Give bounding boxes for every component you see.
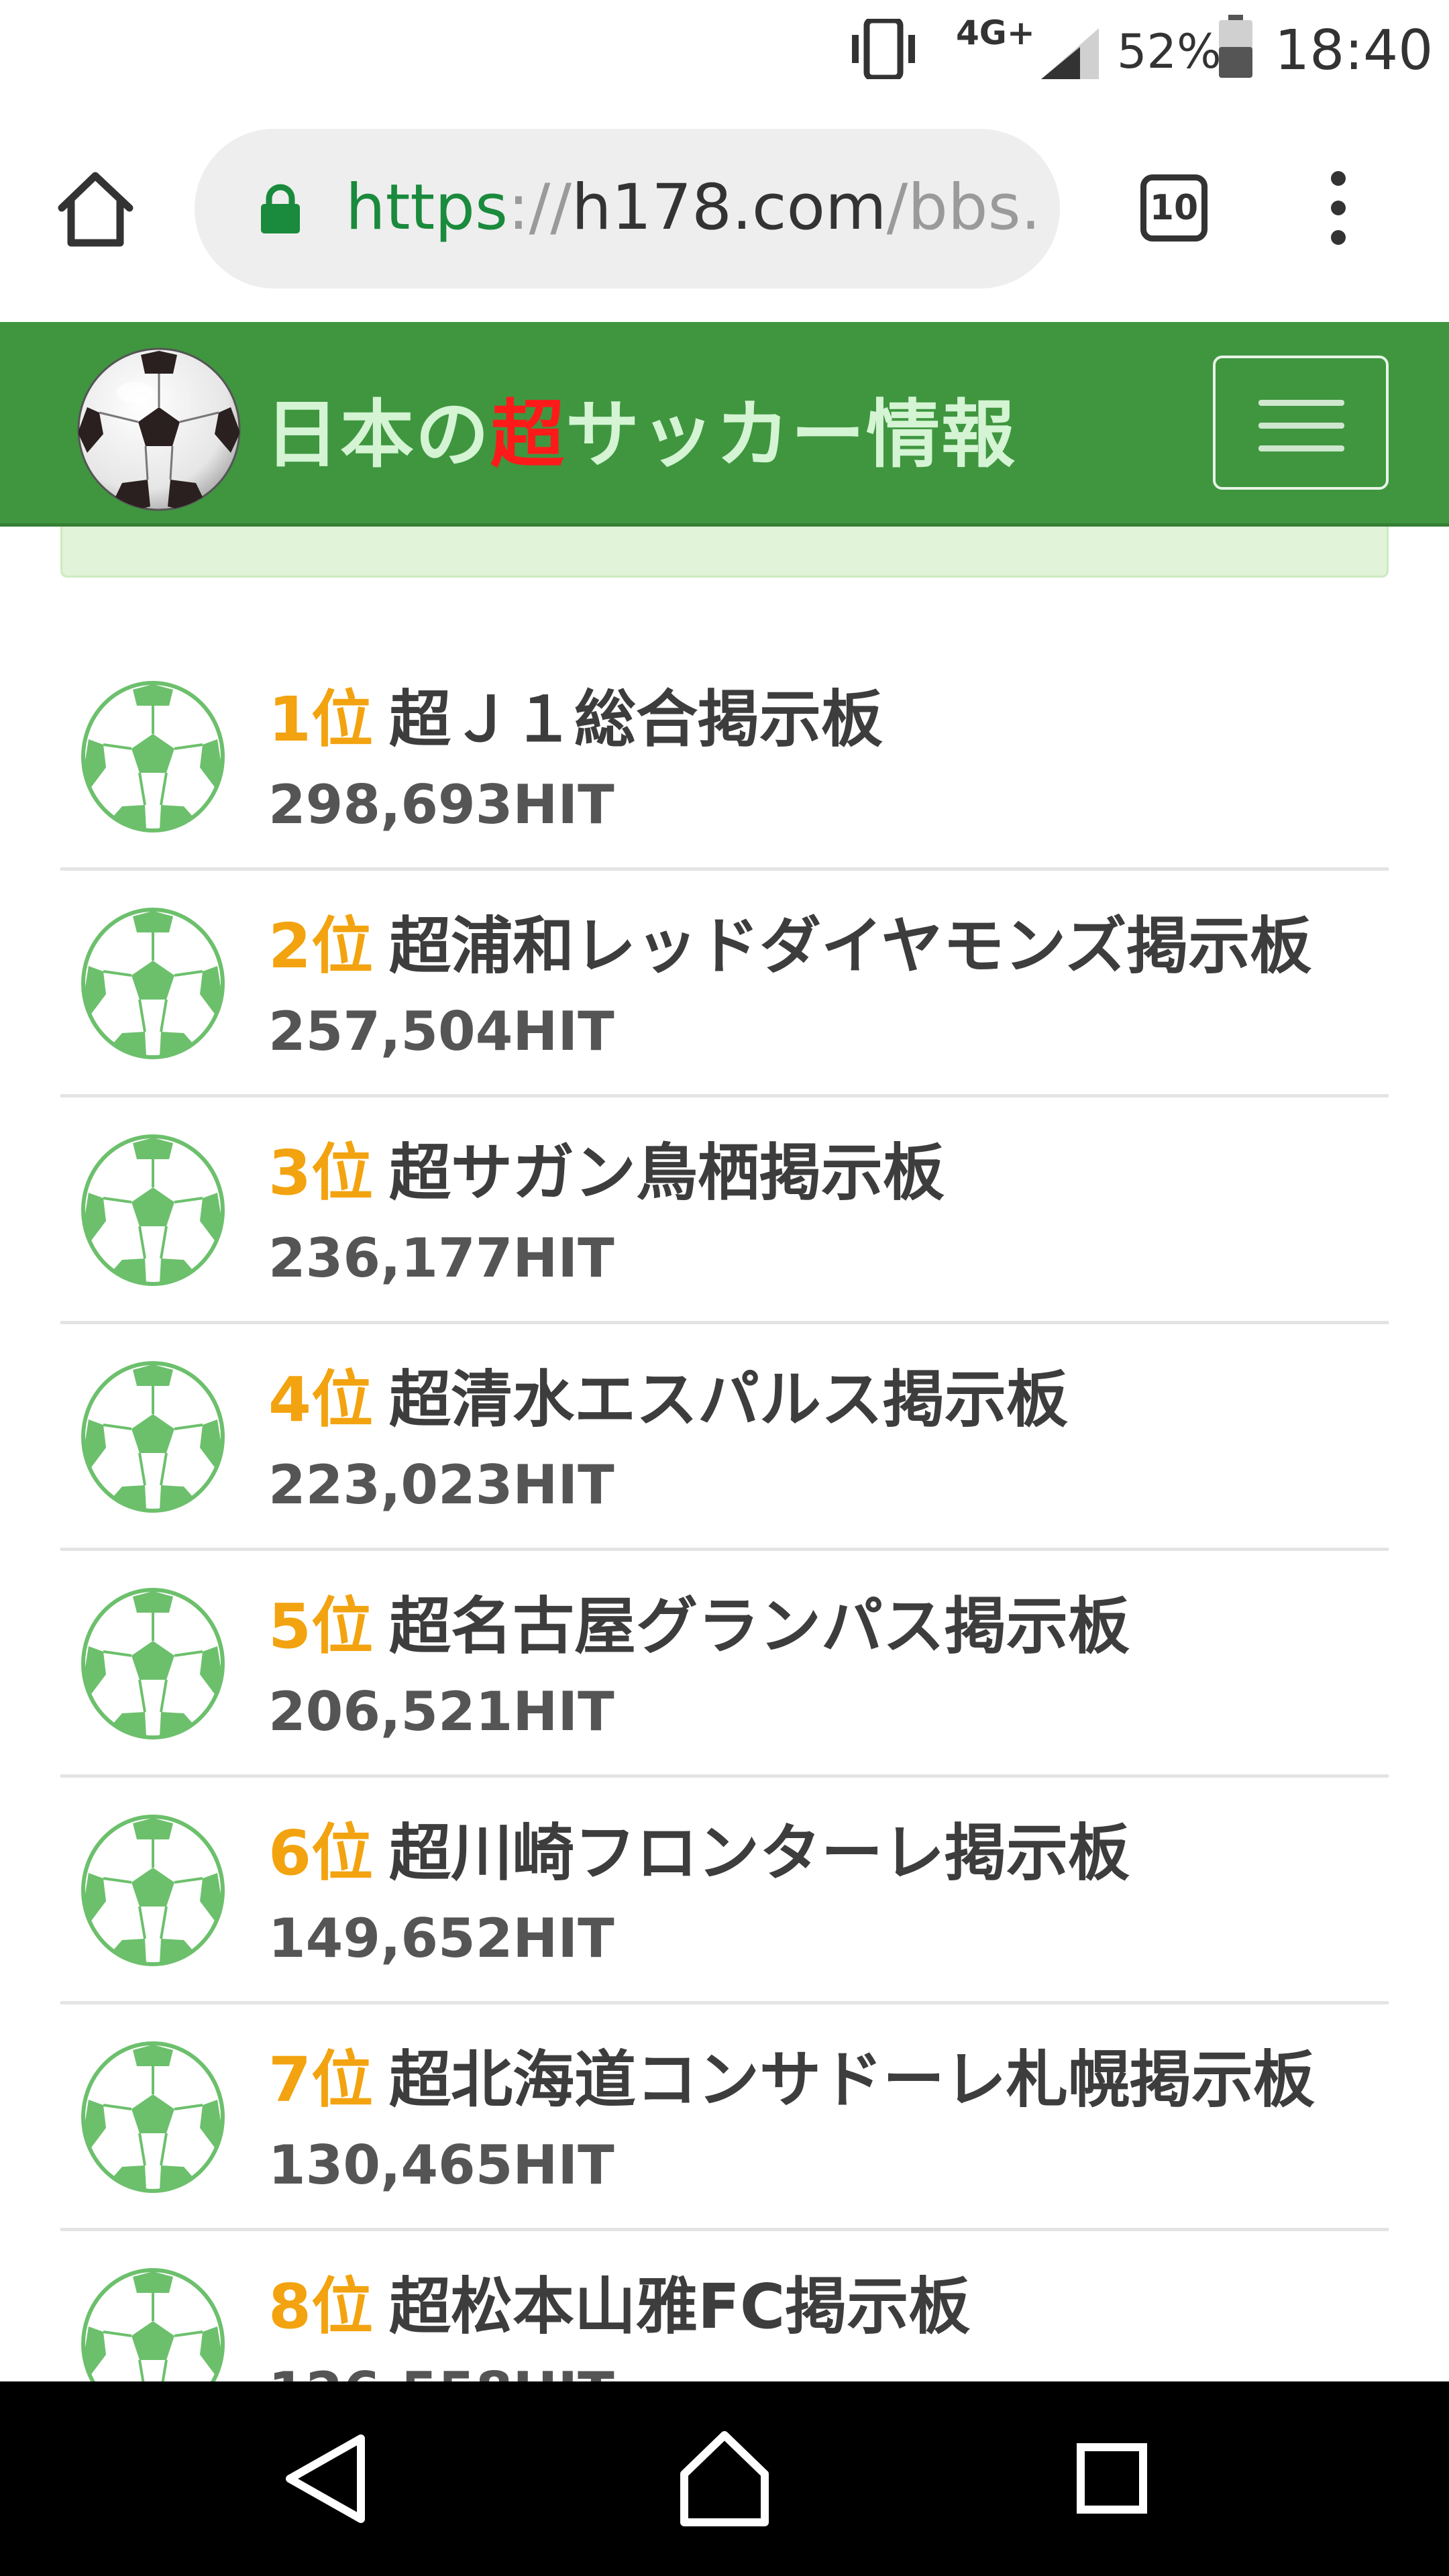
board-title[interactable]: 超松本山雅FC掲示板 xyxy=(389,2271,970,2343)
soccer-ball-icon xyxy=(81,1588,225,1739)
hit-count: 298,693HIT xyxy=(268,773,614,836)
board-title[interactable]: 超北海道コンサドーレ札幌掲示板 xyxy=(389,2044,1315,2116)
ranking-line: 3位 超サガン鳥栖掲示板 xyxy=(268,1136,945,1210)
board-title[interactable]: 超サガン鳥栖掲示板 xyxy=(389,1137,945,1209)
ranking-line: 7位 超北海道コンサドーレ札幌掲示板 xyxy=(268,2043,1315,2117)
rank-number: 7位 xyxy=(268,2044,374,2116)
recent-apps-icon[interactable] xyxy=(1077,2443,1147,2514)
soccer-ball-icon xyxy=(81,908,225,1059)
ranking-item[interactable]: 3位 超サガン鳥栖掲示板 236,177HIT xyxy=(60,1097,1389,1324)
board-title[interactable]: 超川崎フロンターレ掲示板 xyxy=(389,1817,1130,1889)
android-nav-bar xyxy=(0,2381,1449,2576)
site-title[interactable]: 日本の超サッカー情報 xyxy=(265,374,1016,482)
ranking-item[interactable]: 7位 超北海道コンサドーレ札幌掲示板 130,465HIT xyxy=(60,2004,1389,2231)
url-host: h178.com xyxy=(571,171,887,244)
vibrate-icon xyxy=(852,19,915,79)
hamburger-bar xyxy=(1258,445,1344,451)
ranking-line: 4位 超清水エスパルス掲示板 xyxy=(268,1363,1068,1437)
lock-icon xyxy=(261,184,300,233)
home-icon[interactable] xyxy=(54,168,138,252)
rank-number: 8位 xyxy=(268,2271,374,2343)
site-title-prefix: 日本の xyxy=(265,392,490,478)
board-title[interactable]: 超浦和レッドダイヤモンズ掲示板 xyxy=(389,910,1311,982)
home-icon[interactable] xyxy=(678,2428,771,2529)
network-type: 4G+ xyxy=(956,13,1035,52)
soccer-ball-icon xyxy=(81,1134,225,1286)
ranking-item[interactable]: 2位 超浦和レッドダイヤモンズ掲示板 257,504HIT xyxy=(60,871,1389,1097)
rank-number: 2位 xyxy=(268,910,374,982)
site-title-highlight: 超 xyxy=(490,392,566,478)
rank-number: 4位 xyxy=(268,1364,374,1436)
ranking-line: 1位 超Ｊ１総合掲示板 xyxy=(268,683,883,757)
hamburger-bar xyxy=(1258,400,1344,406)
url-separator: :// xyxy=(507,171,572,244)
address-bar[interactable]: https://h178.com/bbs.h xyxy=(195,129,1060,288)
hit-count: 206,521HIT xyxy=(268,1680,614,1743)
hamburger-bar xyxy=(1258,423,1344,429)
board-title[interactable]: 超名古屋グランパス掲示板 xyxy=(389,1591,1130,1662)
hit-count: 130,465HIT xyxy=(268,2134,614,2196)
board-title[interactable]: 超清水エスパルス掲示板 xyxy=(389,1364,1068,1436)
url-path: /bbs.h xyxy=(886,171,1043,244)
site-header: 日本の超サッカー情報 xyxy=(0,322,1449,527)
rank-number: 3位 xyxy=(268,1137,374,1209)
soccer-ball-icon xyxy=(81,681,225,833)
hit-count: 223,023HIT xyxy=(268,1454,614,1516)
clock: 18:40 xyxy=(1275,19,1434,83)
status-bar: 4G+ 52% 18:40 xyxy=(0,0,1449,101)
soccer-ball-icon xyxy=(81,1361,225,1513)
hit-count: 257,504HIT xyxy=(268,1000,614,1063)
notice-panel xyxy=(60,527,1389,578)
back-icon[interactable] xyxy=(282,2432,369,2526)
url-scheme: https xyxy=(345,171,508,244)
soccer-ball-icon xyxy=(81,1815,225,1966)
soccer-ball-icon[interactable] xyxy=(75,345,243,513)
hit-count: 149,652HIT xyxy=(268,1907,614,1970)
rank-number: 6位 xyxy=(268,1817,374,1889)
ranking-line: 8位 超松本山雅FC掲示板 xyxy=(268,2270,970,2344)
tab-switcher-button[interactable]: 10 xyxy=(1140,174,1208,241)
hit-count: 236,177HIT xyxy=(268,1227,614,1289)
site-title-suffix: サッカー情報 xyxy=(566,392,1016,478)
ranking-line: 2位 超浦和レッドダイヤモンズ掲示板 xyxy=(268,910,1311,983)
ranking-line: 6位 超川崎フロンターレ掲示板 xyxy=(268,1817,1130,1890)
board-title[interactable]: 超Ｊ１総合掲示板 xyxy=(389,684,883,755)
ranking-item[interactable]: 5位 超名古屋グランパス掲示板 206,521HIT xyxy=(60,1551,1389,1778)
menu-toggle-button[interactable] xyxy=(1213,356,1389,490)
battery-icon xyxy=(1219,15,1252,78)
ranking-item[interactable]: 1位 超Ｊ１総合掲示板 298,693HIT xyxy=(60,644,1389,871)
browser-toolbar: https://h178.com/bbs.h 10 xyxy=(0,101,1449,322)
battery-percent: 52% xyxy=(1117,24,1222,79)
rank-number: 5位 xyxy=(268,1591,374,1662)
ranking-item[interactable]: 6位 超川崎フロンターレ掲示板 149,652HIT xyxy=(60,1778,1389,2004)
rank-number: 1位 xyxy=(268,684,374,755)
ranking-item[interactable]: 4位 超清水エスパルス掲示板 223,023HIT xyxy=(60,1324,1389,1551)
more-vert-icon[interactable] xyxy=(1318,168,1358,248)
signal-icon xyxy=(1041,28,1099,79)
url-text: https://h178.com/bbs.h xyxy=(345,168,1043,248)
soccer-ball-icon xyxy=(81,2041,225,2193)
ranking-line: 5位 超名古屋グランパス掲示板 xyxy=(268,1590,1130,1664)
ranking-list: 1位 超Ｊ１総合掲示板 298,693HIT 2位 超浦和レッドダイヤモンズ掲示板 xyxy=(60,644,1389,2458)
